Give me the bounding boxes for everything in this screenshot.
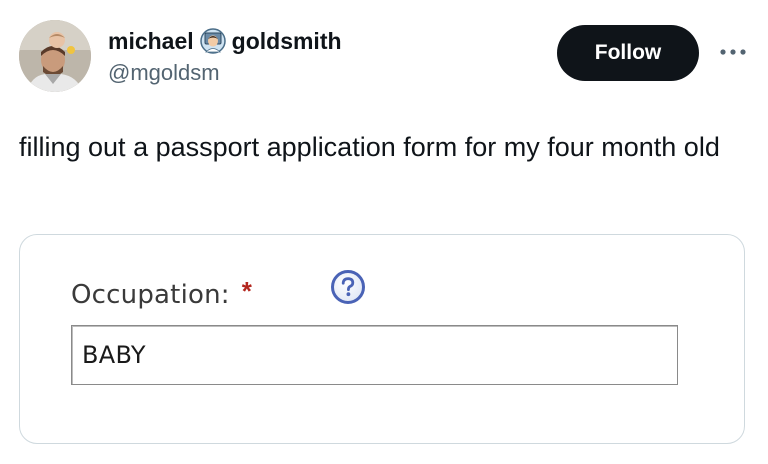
display-name-first: michael	[108, 27, 194, 54]
user-handle[interactable]: @mgoldsm	[108, 60, 220, 86]
display-name[interactable]: michael goldsmith	[108, 26, 342, 56]
avatar-photo	[19, 20, 91, 92]
man-technologist-emoji-icon	[199, 28, 226, 54]
tweet-text: filling out a passport application form …	[19, 132, 720, 162]
occupation-label: Occupation:	[71, 279, 230, 310]
occupation-field[interactable]: BABY	[71, 325, 678, 385]
help-icon[interactable]	[330, 269, 366, 305]
media-card[interactable]: Occupation: * BABY	[19, 234, 745, 444]
more-icon[interactable]	[716, 42, 750, 62]
avatar[interactable]	[19, 20, 91, 92]
display-name-last: goldsmith	[231, 27, 342, 54]
follow-button[interactable]: Follow	[557, 25, 699, 81]
field-label-row: Occupation: *	[71, 276, 252, 310]
required-marker: *	[241, 276, 252, 306]
